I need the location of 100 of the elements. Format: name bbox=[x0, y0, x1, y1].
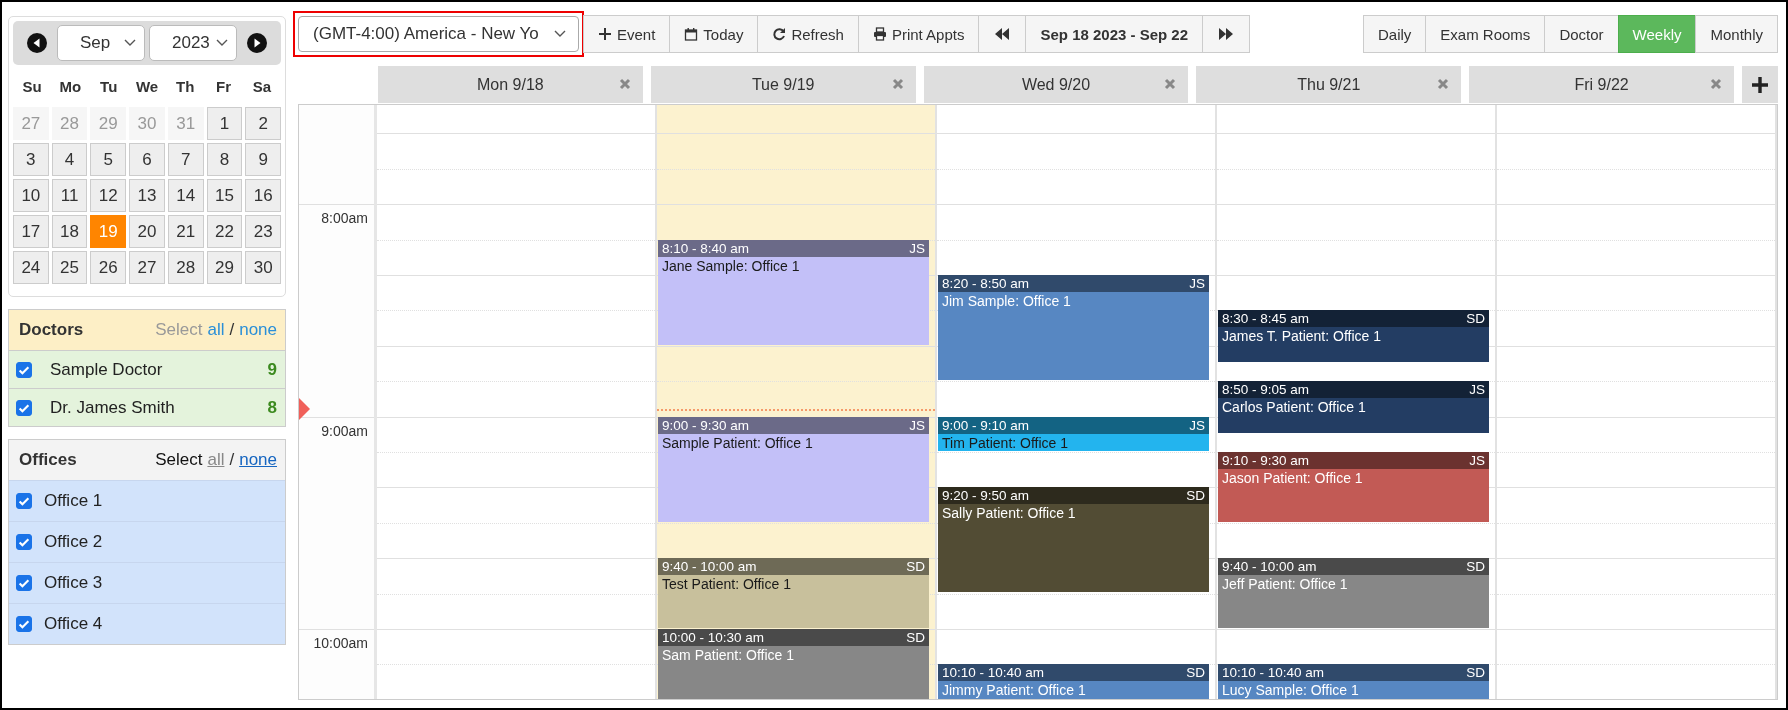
day-column[interactable]: 8:20 - 8:50 am JS Jim Sample: Office 1 9:00 - 9:10 am JS Tim Patient: Office 1 9:20 - 9:50 am SD Sally Patient: Office 1 10:10 - 10:40 am SD Jimmy Patient: Office 1 bbox=[937, 105, 1217, 699]
filter-row[interactable]: Office 1 bbox=[9, 480, 285, 521]
appointment[interactable]: 10:10 - 10:40 am SD Jimmy Patient: Office 1 bbox=[938, 664, 1209, 699]
day-label: Tue 9/19 bbox=[751, 75, 815, 94]
checkbox[interactable] bbox=[16, 616, 32, 632]
calendar-day[interactable]: 2 bbox=[245, 107, 281, 140]
add-day-button[interactable] bbox=[1742, 66, 1778, 103]
calendar-day[interactable]: 30 bbox=[245, 251, 281, 284]
calendar-day[interactable]: 11 bbox=[51, 179, 88, 212]
select-none-link[interactable]: none bbox=[239, 450, 277, 470]
checkbox[interactable] bbox=[16, 534, 32, 550]
toolbar-button[interactable]: Print Appts bbox=[857, 15, 980, 53]
checkbox[interactable] bbox=[16, 493, 32, 509]
close-icon[interactable] bbox=[891, 78, 904, 90]
day-column[interactable]: 8:10 - 8:40 am JS Jane Sample: Office 1 9:00 - 9:30 am JS Sample Patient: Office 1 9:40 - 10:00 am SD Test Patient: Office 1 10:00 - 10:30 am SD Sam Patient: Office 1 bbox=[657, 105, 937, 699]
appointment-title: Carlos Patient: Office 1 bbox=[1221, 398, 1367, 416]
appointment[interactable]: 9:40 - 10:00 am SD Jeff Patient: Office 1 bbox=[1218, 558, 1489, 628]
calendar-day[interactable]: 25 bbox=[51, 251, 88, 284]
calendar-day[interactable]: 8 bbox=[206, 143, 243, 176]
calendar-day[interactable]: 17 bbox=[13, 215, 49, 248]
previous-month-icon[interactable] bbox=[27, 33, 47, 53]
calendar-day[interactable]: 3 bbox=[13, 143, 49, 176]
day-column[interactable] bbox=[1217, 105, 1497, 699]
close-icon[interactable] bbox=[1710, 78, 1722, 90]
calendar-day[interactable]: 9 bbox=[245, 143, 281, 176]
timezone-select[interactable]: (GMT-4:00) America - New Yo bbox=[298, 16, 579, 52]
year-select[interactable]: 2023 bbox=[149, 25, 237, 61]
next-week-button[interactable] bbox=[1202, 15, 1251, 53]
calendar-day[interactable]: 7 bbox=[167, 143, 204, 176]
appointment-time: 8:50 - 9:05 am bbox=[1222, 382, 1310, 398]
close-icon[interactable] bbox=[1437, 78, 1450, 90]
appointment-time: 9:00 - 9:30 am bbox=[662, 417, 750, 433]
view-tab[interactable]: Exam Rooms bbox=[1425, 15, 1546, 53]
calendar-day[interactable]: 15 bbox=[206, 179, 243, 212]
calendar-day[interactable]: 29 bbox=[206, 251, 243, 284]
calendar-day[interactable]: 5 bbox=[90, 143, 127, 176]
appointment[interactable]: 10:10 - 10:40 am SD Lucy Sample: Office 1 bbox=[1218, 664, 1489, 699]
time-label: 8:00am bbox=[321, 210, 368, 227]
month-select[interactable]: Sep bbox=[57, 25, 145, 61]
appointment[interactable]: 9:40 - 10:00 am SD Test Patient: Office 1 bbox=[658, 558, 929, 628]
calendar-day[interactable]: 16 bbox=[245, 179, 281, 212]
chevron-icon bbox=[124, 39, 136, 47]
calendar-day[interactable]: 28 bbox=[167, 251, 204, 284]
calendar-day[interactable]: 27 bbox=[129, 251, 165, 284]
printer-icon bbox=[872, 27, 887, 41]
calendar-day[interactable]: 20 bbox=[129, 215, 165, 248]
doctor-initials: SD bbox=[906, 559, 925, 575]
appointment[interactable]: 8:20 - 8:50 am JS Jim Sample: Office 1 bbox=[938, 274, 1209, 381]
weekday-label: Tu bbox=[99, 77, 119, 95]
appointment[interactable]: 9:00 - 9:30 am JS Sample Patient: Office 1 bbox=[658, 416, 929, 522]
weekday-label: Fr bbox=[215, 77, 233, 95]
appointment[interactable]: 9:00 - 9:10 am JS Tim Patient: Office 1 bbox=[938, 416, 1209, 451]
doctor-initials: JS bbox=[1189, 275, 1205, 291]
next-month-icon[interactable] bbox=[247, 33, 267, 53]
view-tab[interactable]: Doctor bbox=[1544, 15, 1619, 53]
weekday-label: Th bbox=[175, 77, 196, 95]
appointment[interactable]: 10:00 - 10:30 am SD Sam Patient: Office 1 bbox=[658, 628, 929, 699]
filter-label: Office 2 bbox=[44, 532, 103, 552]
appointment-time: 9:20 - 9:50 am bbox=[942, 488, 1030, 504]
appointment[interactable]: 9:10 - 9:30 am JS Jason Patient: Office 1 bbox=[1218, 451, 1489, 522]
calendar-day[interactable]: 13 bbox=[129, 179, 165, 212]
calendar-day[interactable]: 10 bbox=[13, 179, 49, 212]
previous-week-button[interactable] bbox=[978, 15, 1027, 53]
filter-row[interactable]: Sample Doctor 9 bbox=[9, 350, 285, 388]
calendar-day[interactable]: 22 bbox=[206, 215, 243, 248]
weekday-label: We bbox=[134, 77, 160, 95]
calendar-day[interactable]: 1 bbox=[206, 107, 243, 140]
appointment-title: Sample Patient: Office 1 bbox=[661, 433, 814, 451]
calendar-day[interactable]: 4 bbox=[51, 143, 88, 176]
doctor-initials: SD bbox=[1186, 665, 1205, 681]
toolbar-button[interactable]: Event bbox=[583, 15, 671, 53]
checkbox[interactable] bbox=[16, 399, 32, 416]
filter-row[interactable]: Dr. James Smith 8 bbox=[9, 388, 285, 426]
appointment[interactable]: 9:20 - 9:50 am SD Sally Patient: Office 1 bbox=[938, 487, 1209, 593]
calendar-day[interactable]: 12 bbox=[90, 179, 127, 212]
filter-row[interactable]: Office 3 bbox=[9, 562, 285, 603]
filter-row[interactable]: Office 2 bbox=[9, 521, 285, 562]
checkbox[interactable] bbox=[16, 361, 32, 378]
appointment-title: James T. Patient: Office 1 bbox=[1221, 327, 1382, 345]
appointment-time: 10:00 - 10:30 am bbox=[662, 629, 765, 645]
appointment[interactable]: 8:30 - 8:45 am SD James T. Patient: Office 1 bbox=[1218, 310, 1489, 363]
view-tab[interactable]: Monthly bbox=[1695, 15, 1778, 53]
calendar-day[interactable]: 6 bbox=[129, 143, 165, 176]
calendar-day[interactable]: 24 bbox=[13, 251, 49, 284]
calendar-day[interactable]: 14 bbox=[167, 179, 204, 212]
toolbar-button[interactable]: Refresh bbox=[757, 15, 859, 53]
close-icon[interactable] bbox=[618, 78, 631, 90]
calendar-day[interactable]: 26 bbox=[90, 251, 127, 284]
count: 9 bbox=[267, 359, 277, 380]
view-tab[interactable]: Daily bbox=[1363, 15, 1427, 53]
close-icon[interactable] bbox=[1164, 78, 1177, 90]
appointment[interactable]: 8:50 - 9:05 am JS Carlos Patient: Office 1 bbox=[1218, 381, 1489, 434]
checkbox[interactable] bbox=[16, 575, 32, 591]
filter-row[interactable]: Office 4 bbox=[9, 603, 285, 644]
calendar-day[interactable]: 21 bbox=[167, 215, 204, 248]
appointment[interactable]: 8:10 - 8:40 am JS Jane Sample: Office 1 bbox=[658, 239, 929, 345]
calendar-day[interactable]: 18 bbox=[51, 215, 88, 248]
calendar-day[interactable]: 23 bbox=[245, 215, 281, 248]
count: 8 bbox=[267, 397, 277, 418]
toolbar-button[interactable]: Today bbox=[669, 15, 759, 53]
